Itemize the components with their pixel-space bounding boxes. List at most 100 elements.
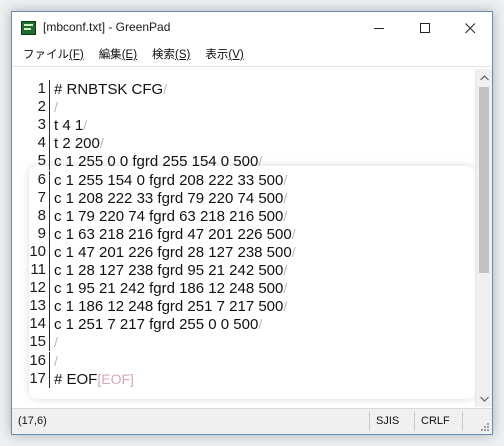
editor-line[interactable]: 2/ bbox=[13, 98, 475, 117]
line-text: t 2 200 bbox=[54, 135, 100, 153]
gutter-separator bbox=[49, 297, 50, 316]
line-number: 3 bbox=[37, 116, 46, 134]
line-number: 9 bbox=[37, 224, 46, 242]
menu-bar: ファイル(F) 編集(E) 検索(S) 表示(V) bbox=[12, 44, 492, 67]
gutter-separator bbox=[49, 206, 50, 225]
line-text: t 4 1 bbox=[54, 117, 84, 135]
editor-line[interactable]: 1 # RNBTSK CFG/ bbox=[13, 80, 475, 98]
editor-line[interactable]: 14 c 1 251 7 217 fgrd 255 0 0 500/ bbox=[13, 315, 475, 334]
maximize-button[interactable] bbox=[403, 12, 448, 44]
line-number: 10 bbox=[29, 242, 46, 260]
gutter-separator bbox=[49, 261, 50, 279]
resize-grip-icon[interactable] bbox=[480, 422, 490, 432]
line-text-container: c 1 95 21 242 fgrd 186 12 248 500/ bbox=[54, 279, 287, 298]
line-text: c 1 47 201 226 fgrd 28 127 238 500 bbox=[54, 243, 292, 261]
gutter-separator bbox=[49, 80, 50, 98]
gutter-separator bbox=[49, 98, 50, 117]
line-text: # RNBTSK CFG bbox=[54, 81, 164, 98]
editor-line[interactable]: 15 / bbox=[13, 333, 475, 352]
close-button[interactable] bbox=[448, 12, 493, 44]
window-title: [mbconf.txt] - GreenPad bbox=[43, 20, 171, 34]
eol-marker: / bbox=[283, 189, 288, 206]
editor-line[interactable]: 8 c 1 79 220 74 fgrd 63 218 216 500/ bbox=[13, 206, 475, 226]
line-number: 2 bbox=[37, 98, 46, 116]
menu-file[interactable]: ファイル(F) bbox=[14, 44, 90, 66]
scroll-down-button[interactable] bbox=[476, 390, 492, 407]
eol-marker: / bbox=[54, 352, 58, 369]
gutter-separator bbox=[49, 315, 50, 334]
line-number: 5 bbox=[37, 152, 46, 170]
editor-line[interactable]: 5 c 1 255 0 0 fgrd 255 154 0 500/ bbox=[13, 152, 475, 171]
line-number: 14 bbox=[29, 315, 46, 333]
line-text-container: c 1 28 127 238 fgrd 95 21 242 500/ bbox=[54, 261, 287, 280]
line-number: 17 bbox=[29, 369, 46, 387]
vertical-scrollbar[interactable] bbox=[475, 69, 492, 407]
scroll-up-button[interactable] bbox=[476, 69, 492, 86]
eof-marker: [EOF] bbox=[97, 370, 134, 387]
gutter-separator bbox=[49, 242, 50, 261]
eol-marker: / bbox=[283, 298, 288, 315]
editor-line[interactable]: 11 c 1 28 127 238 fgrd 95 21 242 500/ bbox=[13, 261, 475, 279]
editor-line[interactable]: 6 c 1 255 154 0 fgrd 208 222 33 500/ bbox=[13, 170, 475, 190]
eol-marker: / bbox=[83, 117, 88, 134]
cursor-position: (17,6) bbox=[18, 415, 47, 427]
editor-line[interactable]: 7 c 1 208 222 33 fgrd 79 220 74 500/ bbox=[13, 188, 475, 208]
close-icon bbox=[465, 22, 476, 33]
line-text: c 1 186 12 248 fgrd 251 7 217 500 bbox=[54, 298, 284, 316]
gutter-separator bbox=[49, 188, 50, 207]
editor-line[interactable]: 12 c 1 95 21 242 fgrd 186 12 248 500/ bbox=[13, 279, 475, 298]
eol-marker: / bbox=[163, 81, 168, 97]
gutter-separator bbox=[49, 170, 50, 189]
line-text-container: t 4 1/ bbox=[54, 116, 87, 135]
editor-line[interactable]: 3 t 4 1/ bbox=[13, 116, 475, 135]
maximize-icon bbox=[420, 22, 430, 33]
line-number: 13 bbox=[29, 297, 46, 315]
line-number: 6 bbox=[37, 170, 46, 188]
line-number: 16 bbox=[29, 351, 46, 369]
menu-edit-label: 編集 bbox=[98, 49, 122, 61]
minimize-button[interactable] bbox=[357, 12, 402, 44]
line-text-container: / bbox=[54, 98, 58, 117]
line-text-container: c 1 251 7 217 fgrd 255 0 0 500/ bbox=[54, 315, 262, 334]
line-ending-indicator[interactable]: CRLF bbox=[421, 409, 450, 434]
line-text: # EOF bbox=[54, 370, 98, 388]
menu-search-label: 検索 bbox=[152, 49, 176, 61]
editor-line[interactable]: 16 / bbox=[13, 351, 475, 370]
eol-marker: / bbox=[283, 207, 288, 224]
gutter-separator bbox=[49, 351, 50, 370]
line-text-container: c 1 208 222 33 fgrd 79 220 74 500/ bbox=[54, 189, 287, 208]
menu-search[interactable]: 検索(S) bbox=[143, 44, 196, 66]
status-divider bbox=[369, 412, 370, 431]
editor-line[interactable]: 13 c 1 186 12 248 fgrd 251 7 217 500/ bbox=[13, 297, 475, 316]
line-text-container: c 1 255 154 0 fgrd 208 222 33 500/ bbox=[54, 171, 287, 190]
line-text: c 1 208 222 33 fgrd 79 220 74 500 bbox=[54, 189, 284, 207]
editor-line[interactable]: 4 t 2 200/ bbox=[13, 134, 475, 153]
title-bar[interactable]: [mbconf.txt] - GreenPad bbox=[12, 12, 492, 44]
menu-edit[interactable]: 編集(E) bbox=[90, 44, 143, 66]
app-window: [mbconf.txt] - GreenPad ファイル(F) 編集(E) 検索… bbox=[11, 11, 493, 435]
editor-line[interactable]: 17 # EOF[EOF] bbox=[13, 369, 475, 388]
gutter-separator bbox=[49, 224, 50, 243]
line-text-container: / bbox=[54, 333, 58, 352]
line-text-container: c 1 255 0 0 fgrd 255 154 0 500/ bbox=[54, 152, 262, 171]
eol-marker: / bbox=[99, 135, 104, 152]
chevron-down-icon bbox=[479, 396, 489, 402]
gutter-separator bbox=[49, 116, 50, 135]
encoding-indicator[interactable]: SJIS bbox=[376, 409, 399, 434]
greenpad-app-icon[interactable] bbox=[21, 21, 36, 35]
gutter-separator bbox=[49, 369, 50, 388]
gutter-separator bbox=[49, 152, 50, 171]
line-number: 8 bbox=[37, 206, 46, 224]
menu-view-label: 表示 bbox=[205, 49, 229, 61]
editor-line[interactable]: 9 c 1 63 218 216 fgrd 47 201 226 500/ bbox=[13, 224, 475, 243]
editor-line[interactable]: 10 c 1 47 201 226 fgrd 28 127 238 500/ bbox=[13, 242, 475, 262]
line-number: 12 bbox=[29, 279, 46, 297]
line-text-container: c 1 79 220 74 fgrd 63 218 216 500/ bbox=[54, 207, 287, 226]
eol-marker: / bbox=[283, 262, 288, 278]
eol-marker: / bbox=[283, 171, 288, 188]
scroll-thumb[interactable] bbox=[479, 87, 489, 273]
text-editor[interactable]: 1 # RNBTSK CFG/2/3 t 4 1/4 t 2 200/5 c 1 255… bbox=[13, 69, 475, 407]
line-text-container: c 1 47 201 226 fgrd 28 127 238 500/ bbox=[54, 243, 296, 262]
chevron-up-icon bbox=[479, 74, 489, 80]
menu-view[interactable]: 表示(V) bbox=[196, 44, 249, 66]
